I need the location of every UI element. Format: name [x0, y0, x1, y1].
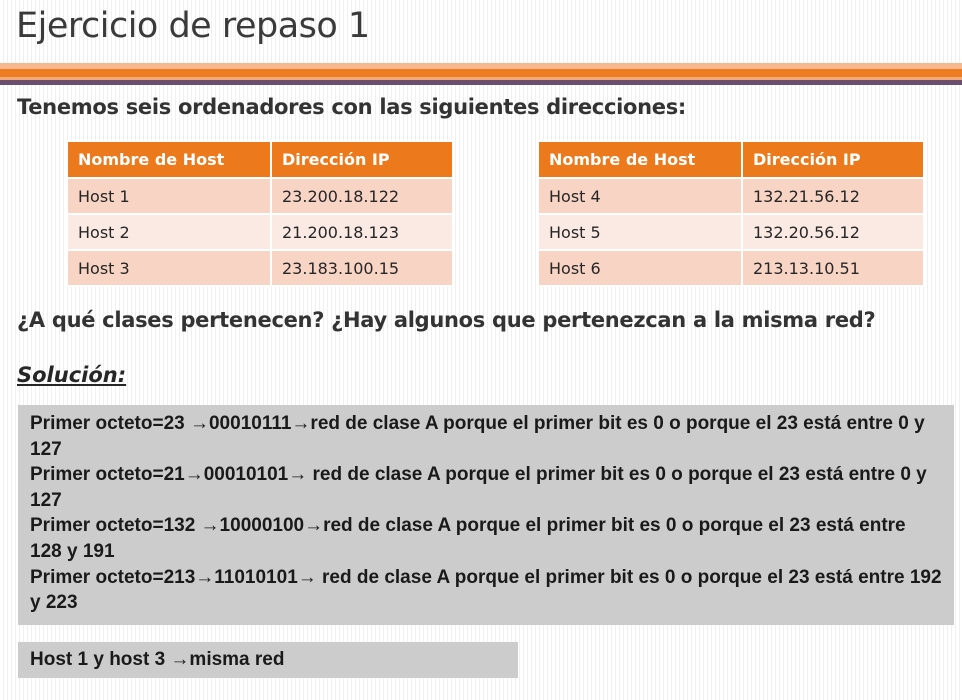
host-name-cell: Host 4: [537, 177, 743, 215]
table-header-row: Nombre de Host Dirección IP: [537, 140, 925, 179]
table-header-row: Nombre de Host Dirección IP: [66, 140, 454, 179]
ip-address-cell: 132.20.56.12: [741, 213, 925, 251]
host-name-cell: Host 2: [66, 213, 272, 251]
column-header-ip: Dirección IP: [270, 140, 454, 179]
solution-line: Primer octeto=132 →10000100→red de clase…: [30, 515, 906, 562]
host-name-cell: Host 3: [66, 249, 272, 287]
table-row: Host 1 23.200.18.122: [66, 177, 454, 215]
header-band-purple: [0, 80, 962, 85]
intro-text: Tenemos seis ordenadores con las siguien…: [17, 95, 687, 119]
solution-label: Solución:: [17, 363, 127, 387]
ip-address-cell: 213.13.10.51: [741, 249, 925, 287]
column-header-host: Nombre de Host: [66, 140, 272, 179]
solution-line: Primer octeto=213→11010101→ red de clase…: [30, 566, 942, 614]
host-name-cell: Host 6: [537, 249, 743, 287]
column-header-ip: Dirección IP: [741, 140, 925, 179]
ip-address-cell: 21.200.18.123: [270, 213, 454, 251]
ip-address-cell: 132.21.56.12: [741, 177, 925, 215]
host-name-cell: Host 1: [66, 177, 272, 215]
solution-line: Primer octeto=21→00010101→ red de clase …: [30, 464, 927, 511]
table-row: Host 2 21.200.18.123: [66, 213, 454, 251]
ip-address-cell: 23.200.18.122: [270, 177, 454, 215]
ip-address-cell: 23.183.100.15: [270, 249, 454, 287]
solution-line: Primer octeto=23 →00010111→red de clase …: [30, 413, 925, 460]
table-row: Host 4 132.21.56.12: [537, 177, 925, 215]
question-text: ¿A qué clases pertenecen? ¿Hay algunos q…: [17, 308, 876, 332]
table-row: Host 3 23.183.100.15: [66, 249, 454, 287]
hosts-table-left: Nombre de Host Dirección IP Host 1 23.20…: [66, 140, 454, 287]
column-header-host: Nombre de Host: [537, 140, 743, 179]
solution-box: Primer octeto=23 →00010111→red de clase …: [18, 405, 954, 625]
table-row: Host 6 213.13.10.51: [537, 249, 925, 287]
host-name-cell: Host 5: [537, 213, 743, 251]
slide-title: Ejercicio de repaso 1: [16, 6, 370, 46]
header-band-orange: [0, 69, 962, 77]
conclusion-box: Host 1 y host 3 →misma red: [18, 642, 518, 678]
table-row: Host 5 132.20.56.12: [537, 213, 925, 251]
hosts-table-right: Nombre de Host Dirección IP Host 4 132.2…: [537, 140, 925, 287]
